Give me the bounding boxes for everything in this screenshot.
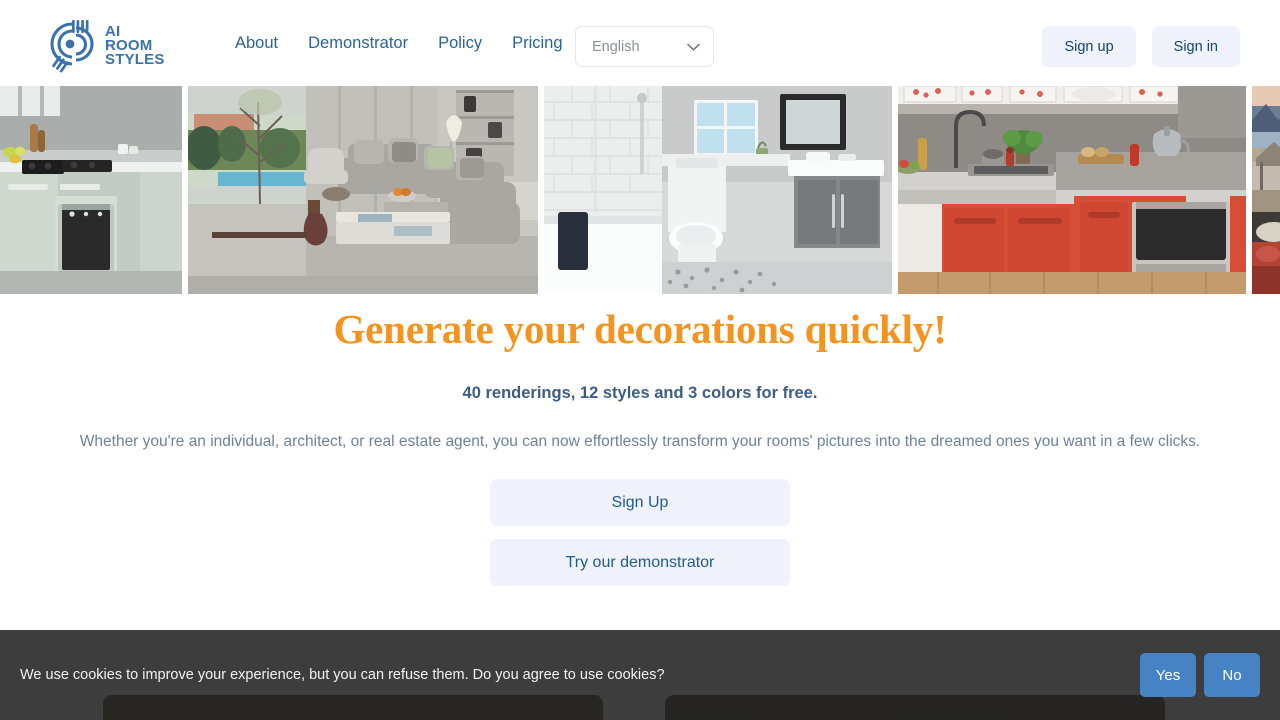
outdoor-patio-lake-image [1252,86,1280,294]
swirl-arcs-logo-icon [50,20,94,73]
language-selector[interactable]: English [575,26,714,67]
kitchen-red-cabinets-image [898,86,1246,294]
logo[interactable]: AI ROOM STYLES [50,18,165,74]
hero-section: Generate your decorations quickly! 40 re… [0,294,1280,587]
nav-item-policy[interactable]: Policy [423,34,497,53]
cookie-accept-button[interactable]: Yes [1140,653,1196,697]
bathroom-white-tile-image [544,86,892,294]
logo-line-3: STYLES [105,51,165,69]
auth-buttons: Sign up Sign in [1042,26,1240,67]
cookie-consent-message: We use cookies to improve your experienc… [20,667,665,683]
nav-item-pricing[interactable]: Pricing [497,34,577,53]
carousel-slide-outdoor-patio[interactable] [1252,86,1280,294]
carousel-slide-living-room[interactable] [188,86,538,294]
carousel-slide-bathroom[interactable] [544,86,892,294]
nav-item-demonstrator[interactable]: Demonstrator [293,34,423,53]
carousel-slide-kitchen-red[interactable] [898,86,1246,294]
hero-demonstrator-button[interactable]: Try our demonstrator [490,539,790,587]
cookie-decline-button[interactable]: No [1204,653,1260,697]
chevron-down-icon [687,43,700,51]
cookie-consent-banner: We use cookies to improve your experienc… [0,630,1280,720]
kitchen-grey-cabinets-image [0,86,182,294]
hero-subheadline: 40 renderings, 12 styles and 3 colors fo… [462,384,818,403]
sign-up-button[interactable]: Sign up [1042,26,1136,67]
hero-sign-up-button[interactable]: Sign Up [490,479,790,527]
site-header: AI ROOM STYLES About Demonstrator Policy… [0,0,1280,92]
sign-in-button[interactable]: Sign in [1151,26,1240,67]
logo-wordmark: AI ROOM STYLES [105,24,165,69]
language-selected-value: English [592,38,640,55]
living-room-grey-sectional-image [188,86,538,294]
hero-cta-group: Sign Up Try our demonstrator [0,479,1280,587]
page-title: Generate your decorations quickly! [333,306,947,352]
cookie-consent-actions: Yes No [1140,653,1260,697]
room-image-carousel[interactable] [0,86,1280,294]
main-navigation: About Demonstrator Policy Pricing [220,34,578,53]
carousel-slide-kitchen-grey[interactable] [0,86,182,294]
hero-description: Whether you're an individual, architect,… [79,433,1201,451]
landing-page: AI ROOM STYLES About Demonstrator Policy… [0,0,1280,720]
nav-item-about[interactable]: About [220,34,293,53]
